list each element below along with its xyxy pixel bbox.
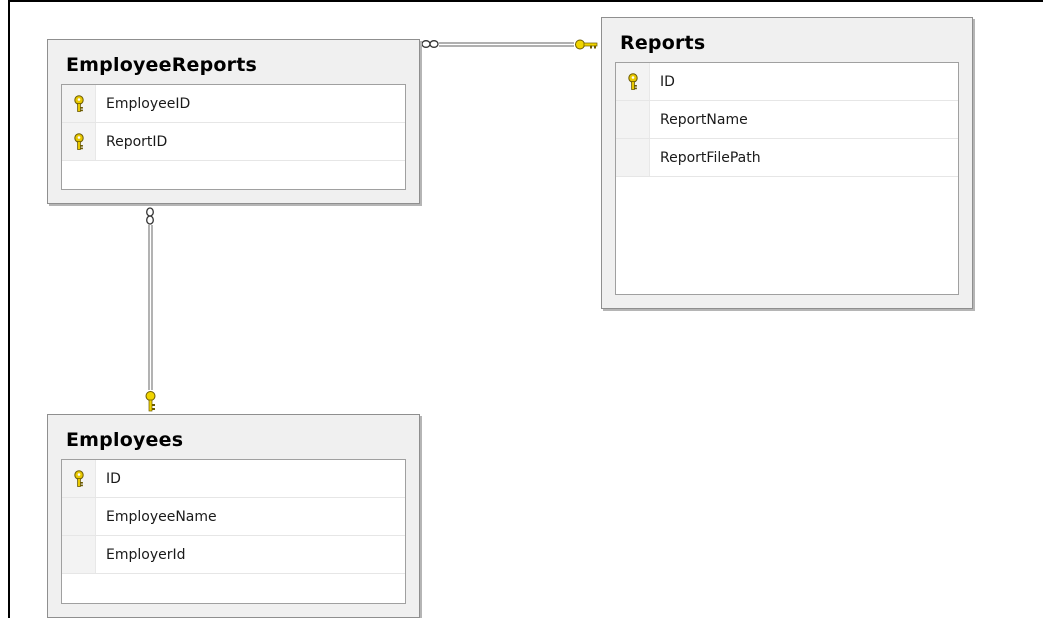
- table-employees[interactable]: Employees ID EmployeeName EmployerId: [47, 414, 420, 618]
- key-icon: [575, 39, 598, 50]
- key-icon: [74, 133, 84, 150]
- column-name: EmployeeID: [106, 96, 191, 112]
- row-selector[interactable]: [616, 63, 650, 100]
- column-name: ReportID: [106, 134, 168, 150]
- column-row[interactable]: ID: [616, 63, 958, 101]
- column-row[interactable]: ReportID: [62, 123, 405, 161]
- column-name: EmployeeName: [106, 509, 217, 525]
- row-selector[interactable]: [62, 85, 96, 122]
- row-selector[interactable]: [62, 460, 96, 497]
- key-icon: [74, 95, 84, 112]
- table-title: Reports: [620, 32, 706, 54]
- column-row[interactable]: EmployeeName: [62, 498, 405, 536]
- relationship-employeereports-employees[interactable]: [145, 207, 156, 412]
- column-row[interactable]: ReportName: [616, 101, 958, 139]
- infinity-icon: [421, 40, 439, 48]
- column-name: ID: [660, 74, 675, 90]
- column-row[interactable]: EmployeeID: [62, 85, 405, 123]
- key-icon: [145, 391, 156, 412]
- column-name: ReportFilePath: [660, 150, 761, 166]
- row-selector[interactable]: [616, 101, 650, 138]
- row-selector[interactable]: [62, 123, 96, 160]
- table-reports[interactable]: Reports ID ReportName ReportFilePath: [601, 17, 973, 309]
- table-title: EmployeeReports: [66, 54, 258, 76]
- key-icon: [74, 470, 84, 487]
- column-name: ID: [106, 471, 121, 487]
- column-name: ReportName: [660, 112, 748, 128]
- row-selector[interactable]: [62, 536, 96, 573]
- key-icon: [628, 73, 638, 90]
- column-row[interactable]: EmployerId: [62, 536, 405, 574]
- column-name: EmployerId: [106, 547, 186, 563]
- diagram-canvas[interactable]: EmployeeReports EmployeeID ReportID Repor…: [0, 0, 1043, 618]
- table-employeereports[interactable]: EmployeeReports EmployeeID ReportID: [47, 39, 420, 204]
- column-row[interactable]: ID: [62, 460, 405, 498]
- column-grid: EmployeeID ReportID: [61, 84, 406, 190]
- infinity-icon: [146, 207, 154, 225]
- column-grid: ID ReportName ReportFilePath: [615, 62, 959, 295]
- column-grid: ID EmployeeName EmployerId: [61, 459, 406, 604]
- row-selector[interactable]: [62, 498, 96, 535]
- relationship-employeereports-reports[interactable]: [421, 39, 598, 50]
- row-selector[interactable]: [616, 139, 650, 176]
- column-row[interactable]: ReportFilePath: [616, 139, 958, 177]
- table-title: Employees: [66, 429, 184, 451]
